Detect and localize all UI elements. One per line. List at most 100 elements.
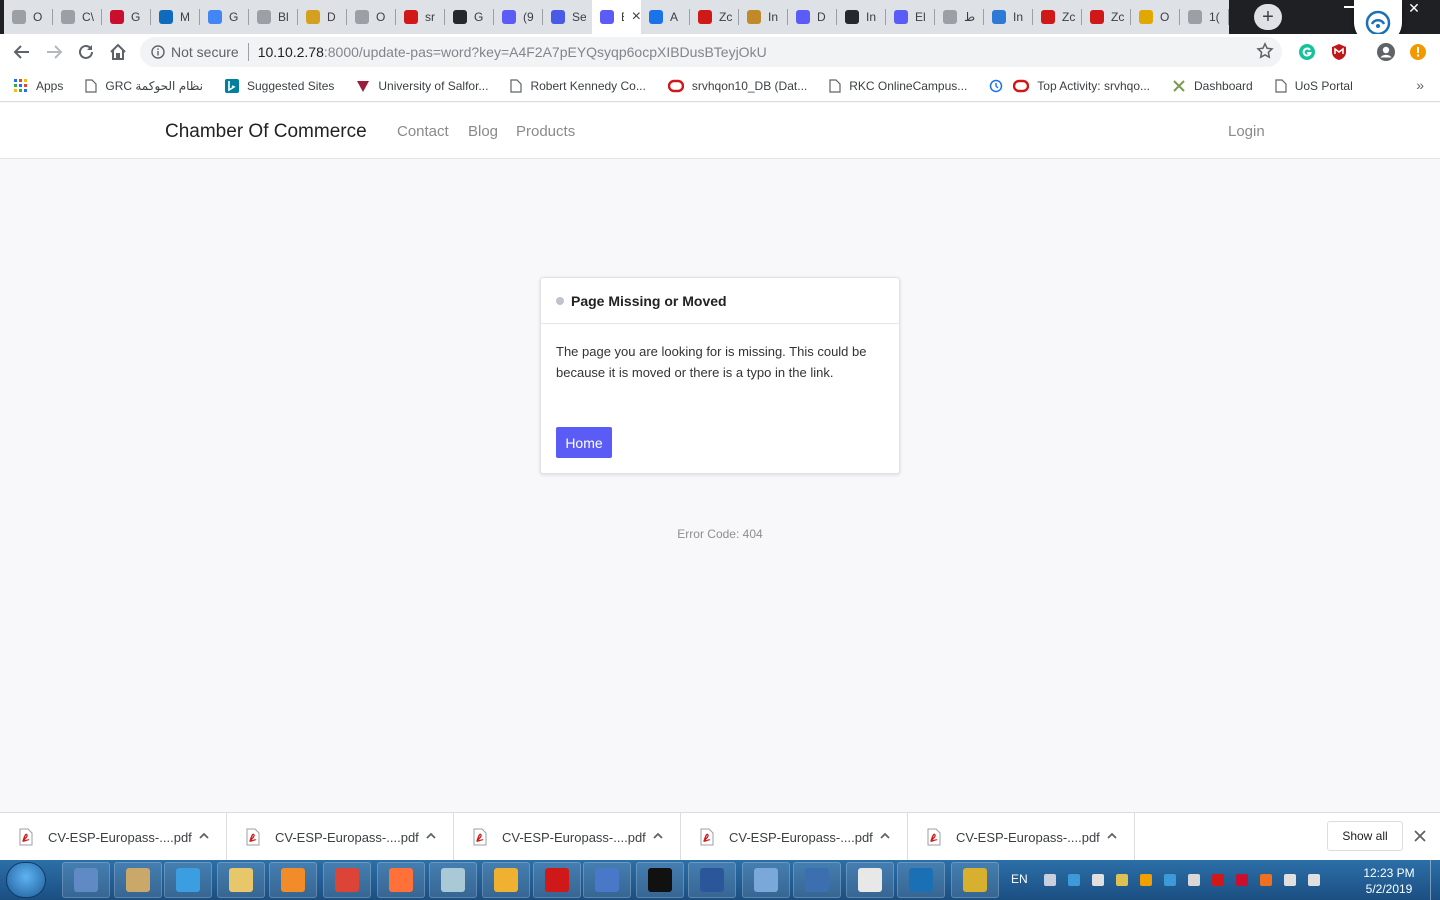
bookmark-item[interactable]: Dashboard: [1172, 79, 1253, 93]
bookmark-item[interactable]: Top Activity: srvhqo...: [1013, 79, 1150, 93]
chevron-up-icon[interactable]: [1106, 830, 1118, 842]
bookmark-item[interactable]: UoS Portal: [1275, 79, 1353, 93]
control-panel-icon[interactable]: [742, 862, 790, 898]
more-bookmarks-button[interactable]: »: [1416, 77, 1424, 93]
tray-icon[interactable]: [1188, 874, 1200, 886]
bookmark-item[interactable]: [989, 79, 1003, 93]
nav-products-link[interactable]: Products: [516, 123, 575, 140]
tab[interactable]: O: [347, 0, 396, 34]
tray-icon[interactable]: [1140, 874, 1152, 886]
home-icon[interactable]: [106, 40, 130, 64]
tab[interactable]: Bl: [249, 0, 298, 34]
tray-icon[interactable]: [1068, 874, 1080, 886]
tab[interactable]: D: [788, 0, 837, 34]
tools-icon[interactable]: [114, 862, 162, 898]
site-brand-link[interactable]: Chamber Of Commerce: [165, 121, 367, 143]
chrome-icon[interactable]: [323, 862, 371, 898]
download-item[interactable]: CV-ESP-Europass-....pdf: [454, 813, 681, 861]
acrobat-icon[interactable]: [533, 862, 581, 898]
taskbar-clock[interactable]: 12:23 PM 5/2/2019: [1356, 865, 1422, 897]
tab[interactable]: G: [445, 0, 494, 34]
command-prompt-icon[interactable]: [636, 862, 684, 898]
chevron-up-icon[interactable]: [652, 830, 664, 842]
tab[interactable]: G: [102, 0, 151, 34]
start-button[interactable]: [6, 862, 46, 898]
tab[interactable]: Zc: [1082, 0, 1131, 34]
tray-icon[interactable]: [1044, 874, 1056, 886]
tab[interactable]: O: [4, 0, 53, 34]
download-item[interactable]: CV-ESP-Europass-....pdf: [0, 813, 227, 861]
computer-management-icon[interactable]: [62, 862, 110, 898]
tray-icon[interactable]: [1116, 874, 1128, 886]
close-tab-icon[interactable]: ×: [632, 9, 641, 25]
internet-explorer-icon[interactable]: [164, 862, 212, 898]
tab[interactable]: In: [739, 0, 788, 34]
tab[interactable]: (9: [494, 0, 543, 34]
bookmark-item[interactable]: Suggested Sites: [224, 78, 334, 93]
tray-icon[interactable]: [1260, 874, 1272, 886]
tray-icon[interactable]: [1236, 874, 1248, 886]
tray-icon[interactable]: [1164, 874, 1176, 886]
bookmark-item[interactable]: srvhqon10_DB (Dat...: [667, 79, 807, 93]
bookmark-item[interactable]: GRC نظام الحوكمة: [85, 79, 203, 93]
java-icon[interactable]: [846, 862, 894, 898]
download-item[interactable]: CV-ESP-Europass-....pdf: [681, 813, 908, 861]
update-alert-icon[interactable]: [1406, 40, 1430, 64]
minimize-window-button[interactable]: [1344, 6, 1358, 8]
show-all-downloads-button[interactable]: Show all: [1327, 821, 1403, 851]
info-icon[interactable]: [151, 45, 165, 59]
tab[interactable]: El: [886, 0, 935, 34]
close-download-shelf-icon[interactable]: [1413, 829, 1427, 843]
tab[interactable]: 1(: [1180, 0, 1229, 34]
tray-icon[interactable]: [1212, 874, 1224, 886]
nav-blog-link[interactable]: Blog: [468, 123, 498, 140]
chevron-up-icon[interactable]: [425, 830, 437, 842]
tab[interactable]: A: [641, 0, 690, 34]
chevron-up-icon[interactable]: [198, 830, 210, 842]
bookmark-item[interactable]: Robert Kennedy Co...: [510, 79, 646, 93]
outlook-icon[interactable]: [482, 862, 530, 898]
file-explorer-icon[interactable]: [217, 862, 265, 898]
mcafee-shield-icon[interactable]: [1327, 40, 1351, 64]
forward-button[interactable]: [42, 40, 66, 64]
bookmark-item[interactable]: RKC OnlineCampus...: [829, 79, 967, 93]
tab[interactable]: C\: [53, 0, 102, 34]
close-window-button[interactable]: ✕: [1404, 0, 1424, 16]
remote-desktop-icon[interactable]: [793, 862, 841, 898]
tab[interactable]: Zc: [690, 0, 739, 34]
download-item[interactable]: CV-ESP-Europass-....pdf: [227, 813, 454, 861]
address-bar[interactable]: Not secure 10.10.2.78 :8000/update-pas=w…: [140, 37, 1282, 67]
show-desktop-button[interactable]: [1430, 860, 1440, 900]
download-item[interactable]: CV-ESP-Europass-....pdf: [908, 813, 1135, 861]
tab[interactable]: M: [151, 0, 200, 34]
back-button[interactable]: [10, 40, 34, 64]
bookmark-item[interactable]: University of Salfor...: [356, 79, 488, 93]
tab[interactable]: D: [298, 0, 347, 34]
notepad-icon[interactable]: [429, 862, 477, 898]
tab[interactable]: O: [1131, 0, 1180, 34]
tab[interactable]: G: [200, 0, 249, 34]
grammarly-icon[interactable]: [1295, 40, 1319, 64]
bookmark-item[interactable]: Apps: [14, 78, 63, 93]
tray-icon[interactable]: [1284, 874, 1296, 886]
tab[interactable]: Se: [543, 0, 592, 34]
language-indicator[interactable]: EN: [1011, 872, 1028, 886]
vpn-icon[interactable]: [951, 862, 999, 898]
new-tab-button[interactable]: +: [1254, 4, 1282, 30]
tab[interactable]: ط: [935, 0, 984, 34]
firefox-icon[interactable]: [377, 862, 425, 898]
tab[interactable]: In: [984, 0, 1033, 34]
tab[interactable]: Zc: [1033, 0, 1082, 34]
network-tool-icon[interactable]: [583, 862, 631, 898]
word-icon[interactable]: [688, 862, 736, 898]
tab[interactable]: sr: [396, 0, 445, 34]
media-player-icon[interactable]: [269, 862, 317, 898]
tray-icon[interactable]: [1308, 874, 1320, 886]
profile-icon[interactable]: [1374, 40, 1398, 64]
chevron-up-icon[interactable]: [879, 830, 891, 842]
bookmark-star-icon[interactable]: [1256, 42, 1274, 60]
login-link[interactable]: Login: [1228, 123, 1265, 140]
tab-active[interactable]: E×: [592, 0, 641, 34]
nav-contact-link[interactable]: Contact: [397, 123, 449, 140]
tray-icon[interactable]: [1092, 874, 1104, 886]
